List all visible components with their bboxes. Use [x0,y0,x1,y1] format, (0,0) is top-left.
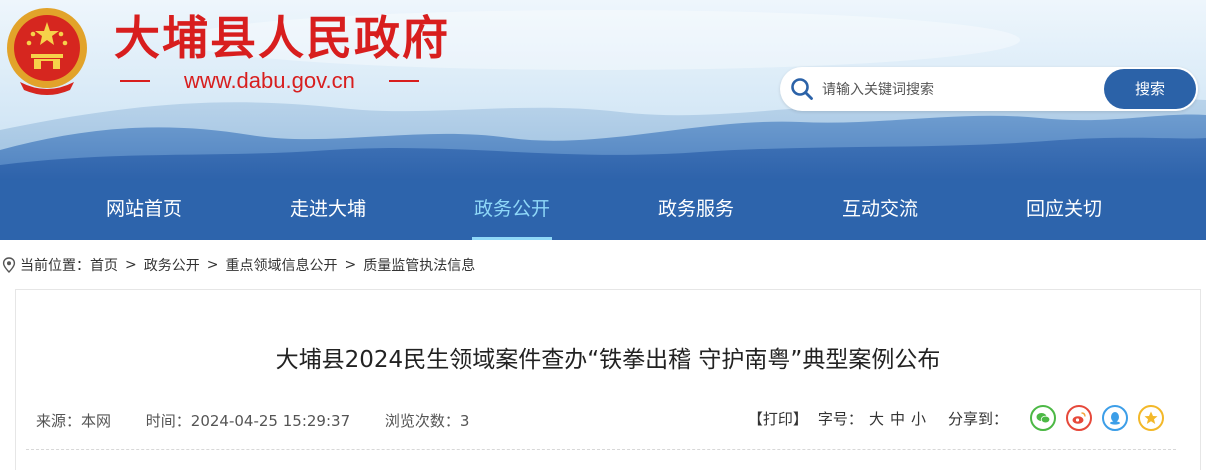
breadcrumb: 当前位置： 首页 > 政务公开 > 重点领域信息公开 > 质量监管执法信息 [0,254,475,276]
share-label: 分享到： [947,409,1008,428]
breadcrumb-separator: > [344,257,357,273]
breadcrumb-key-areas[interactable]: 重点领域信息公开 [225,255,337,275]
nav-item-home[interactable]: 网站首页 [74,180,214,240]
breadcrumb-home[interactable]: 首页 [90,255,118,275]
font-size-label: 字号： [817,409,863,428]
nav-item-responses[interactable]: 回应关切 [994,180,1134,240]
decor-dash-left [120,80,150,82]
nav-item-about-dabu[interactable]: 走进大埔 [258,180,398,240]
site-url-row: www.dabu.gov.cn [120,66,419,96]
article-container: 大埔县2024民生领域案件查办“铁拳出稽 守护南粤”典型案例公布 来源：本网 时… [15,289,1201,470]
share-qq-icon[interactable] [1102,405,1128,431]
article-tools: 【打印】 字号： 大 中 小 分享到： [748,405,1164,431]
article-time: 时间：2024-04-25 15:29:37 [145,412,351,430]
nav-item-interaction[interactable]: 互动交流 [810,180,950,240]
site-url: www.dabu.gov.cn [184,68,355,93]
search-input[interactable] [820,75,1084,105]
search-box: 搜索 [780,67,1198,111]
search-button[interactable]: 搜索 [1104,69,1196,109]
font-size-medium-button[interactable]: 中 [890,408,905,429]
article-views: 浏览次数：3 [384,412,470,430]
weibo-glyph-icon [1072,412,1086,424]
site-header: 大埔县人民政府 www.dabu.gov.cn 搜索 [0,0,1206,180]
location-pin-icon [2,257,16,273]
decor-dash-right [388,80,419,82]
meta-divider [26,449,1176,450]
share-wechat-icon[interactable] [1030,405,1056,431]
qq-glyph-icon [1110,412,1120,425]
article-source: 来源：本网 [36,412,112,430]
print-button[interactable]: 【打印】 [748,408,808,429]
share-weibo-icon[interactable] [1066,405,1092,431]
breadcrumb-separator: > [125,257,137,273]
nav-item-gov-services[interactable]: 政务服务 [626,180,766,240]
qzone-star-icon [1144,411,1158,424]
font-size-large-button[interactable]: 大 [869,408,884,429]
breadcrumb-gov-info[interactable]: 政务公开 [144,255,200,275]
article-title: 大埔县2024民生领域案件查办“铁拳出稽 守护南粤”典型案例公布 [275,347,941,373]
national-emblem-icon [7,8,87,95]
search-icon [791,78,813,100]
main-nav: 网站首页 走进大埔 政务公开 政务服务 互动交流 回应关切 [0,180,1206,240]
nav-item-gov-info[interactable]: 政务公开 [442,180,582,240]
article-meta: 来源：本网 时间：2024-04-25 15:29:37 浏览次数：3 [36,410,499,431]
wechat-glyph-icon [1036,413,1051,424]
breadcrumb-separator: > [206,257,219,273]
font-size-small-button[interactable]: 小 [911,408,926,429]
breadcrumb-prefix: 当前位置： [20,258,90,274]
site-title: 大埔县人民政府 [114,11,450,65]
share-qzone-icon[interactable] [1138,405,1164,431]
breadcrumb-quality-enforcement[interactable]: 质量监管执法信息 [363,255,475,275]
